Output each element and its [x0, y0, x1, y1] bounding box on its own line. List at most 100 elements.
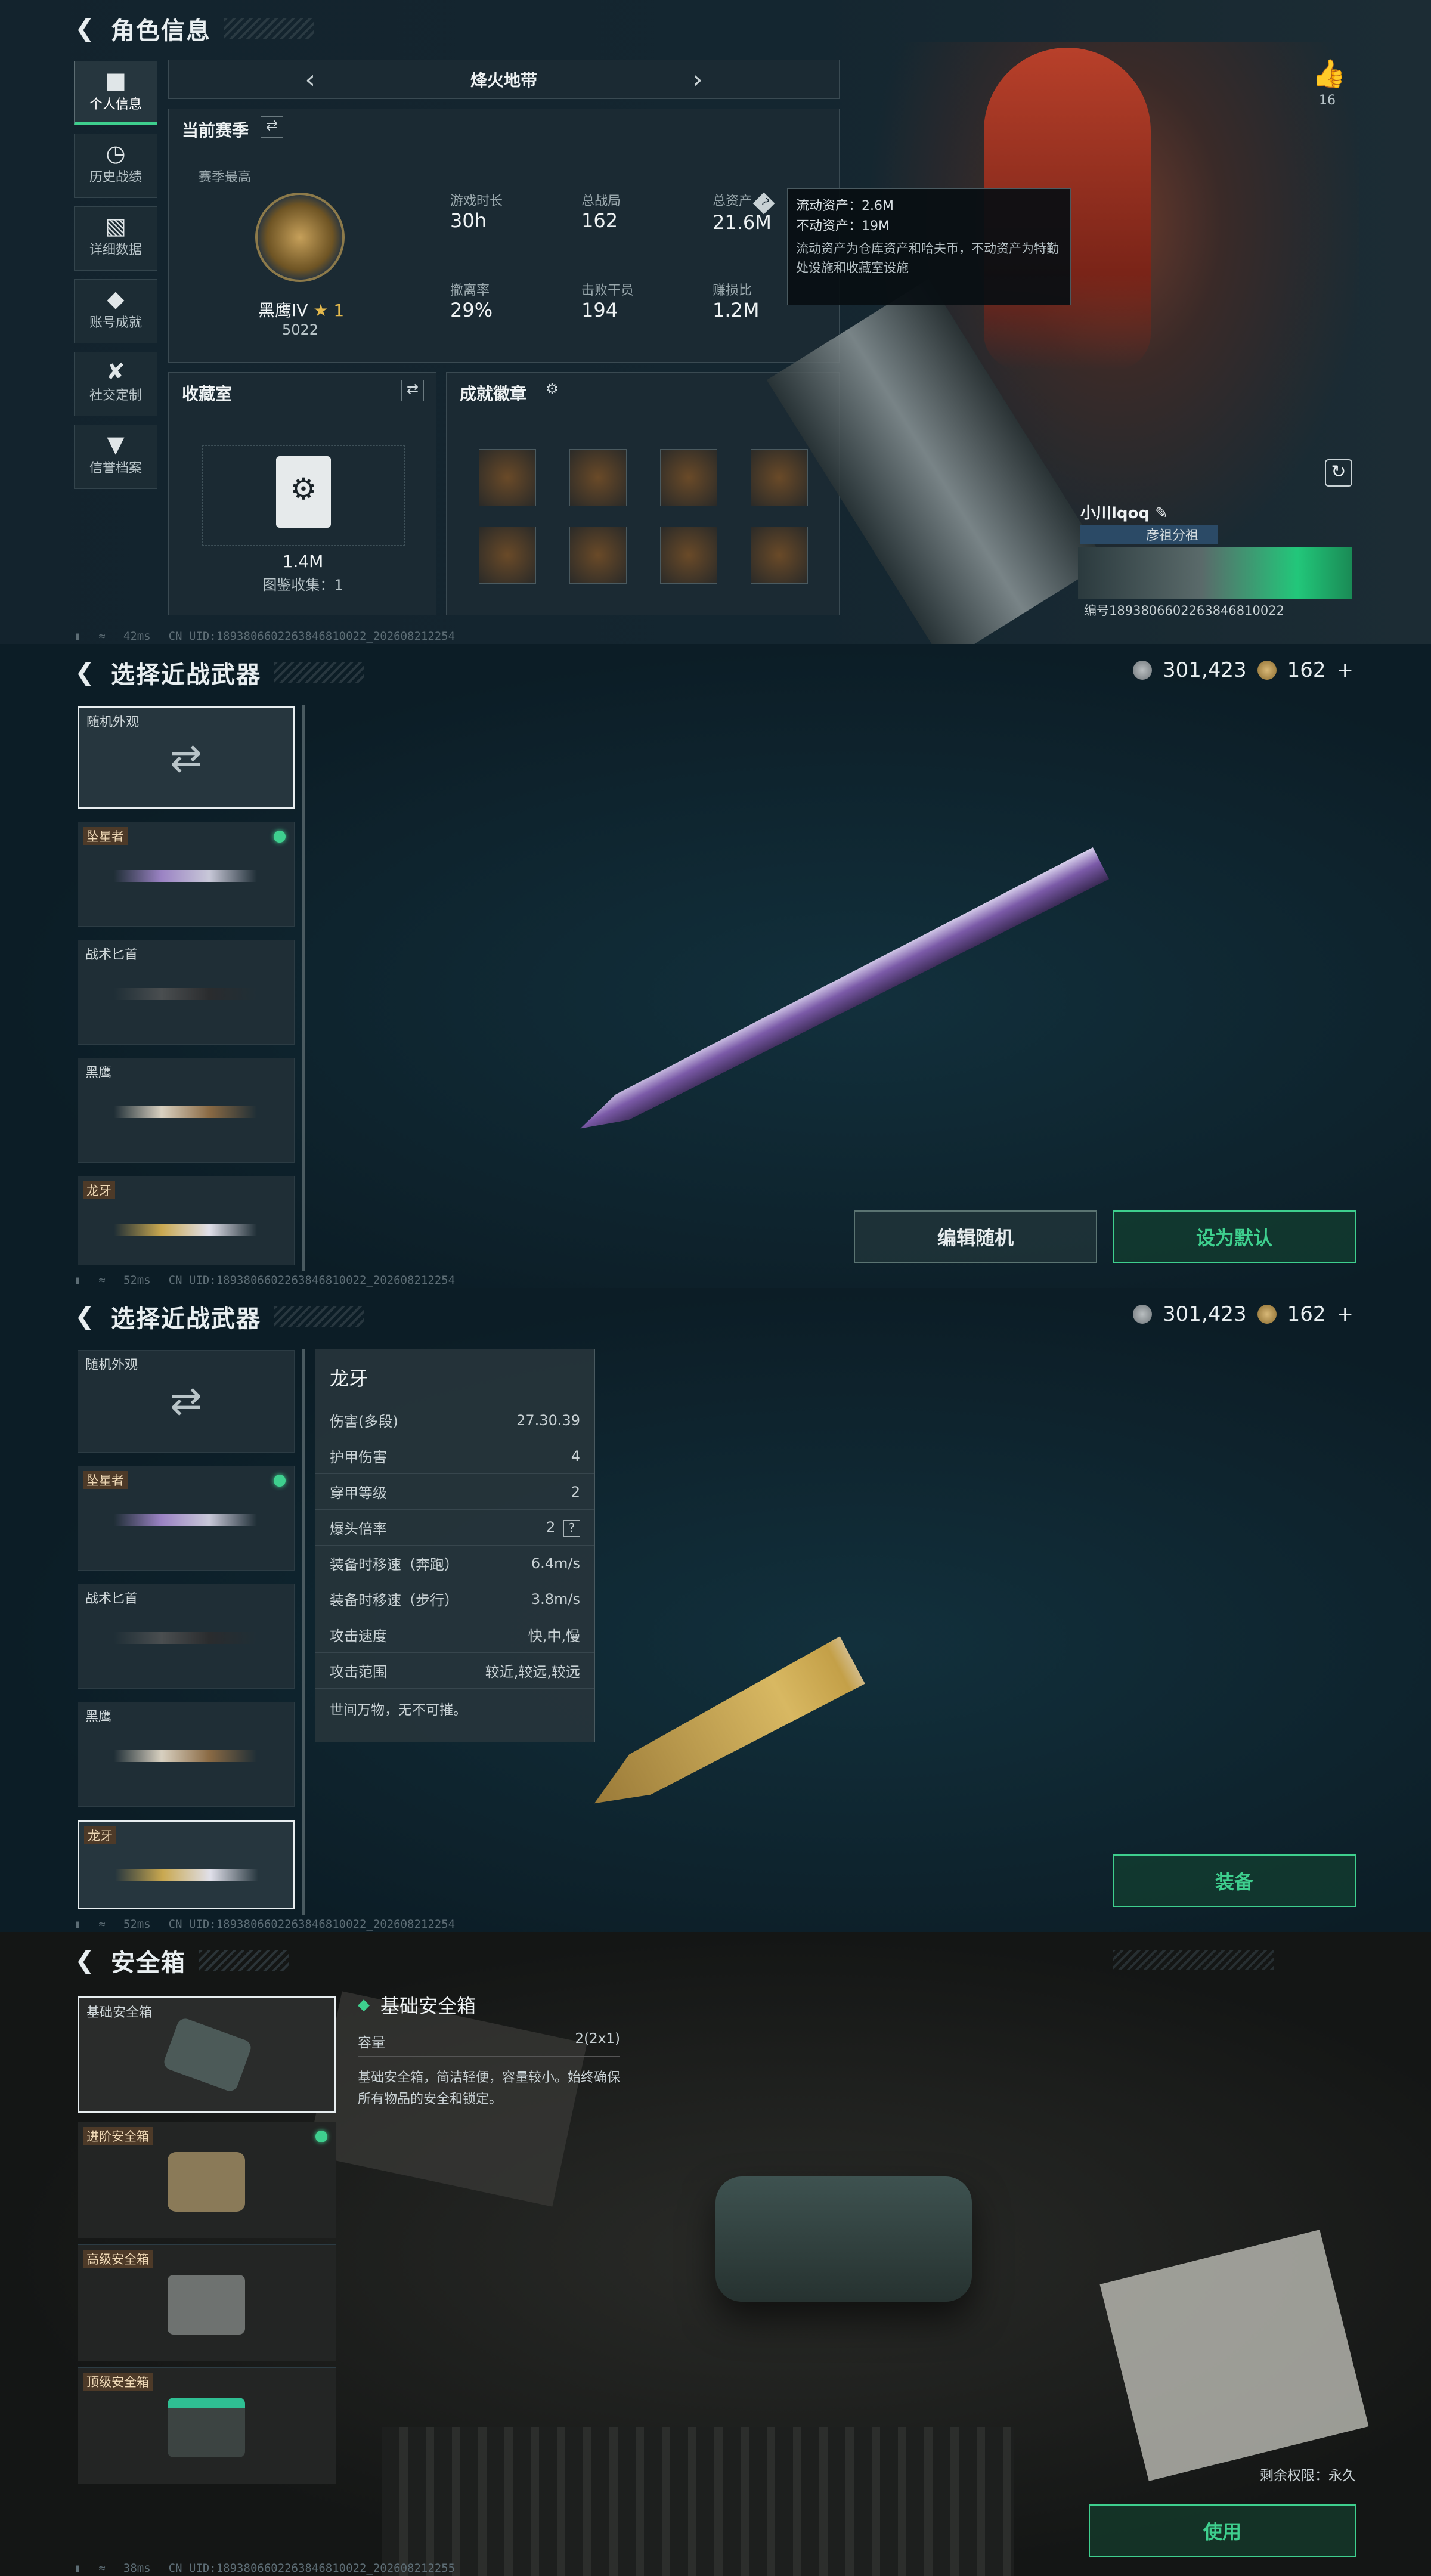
- season-label: 当前赛季: [182, 120, 249, 140]
- page-title: 安全箱: [111, 1949, 186, 1977]
- player-id: 编号1893806602263846810022: [1084, 603, 1284, 618]
- safe-box-icon: [162, 2016, 253, 2094]
- safe-box-tile-basic[interactable]: 基础安全箱: [78, 1996, 336, 2113]
- back-arrow-icon[interactable]: ❮: [72, 16, 98, 42]
- scrollbar[interactable]: [302, 1349, 305, 1915]
- achievement-badge-icon[interactable]: [479, 449, 536, 506]
- weapon-tile-starfall[interactable]: 坠星者: [78, 1466, 295, 1571]
- stat-value: 6.4m/s: [531, 1555, 580, 1572]
- sidebar-item-social[interactable]: ✘ 社交定制: [74, 352, 157, 416]
- weapon-tile-dragon-fang[interactable]: 龙牙: [78, 1176, 295, 1265]
- weapon-tile-dragon-fang[interactable]: 龙牙: [78, 1820, 295, 1909]
- swap-icon[interactable]: ⇄: [401, 380, 424, 401]
- rank-emblem-icon: [255, 193, 345, 282]
- sidebar-item-achievements[interactable]: ◆ 账号成就: [74, 279, 157, 343]
- ping: 42ms: [123, 630, 151, 643]
- character-info-screen: ❮ 角色信息 ■ 个人信息 ◷ 历史战绩 ▧ 详细数据 ◆ 账号成就 ✘ 社交定制 ▼ 信誉…: [0, 0, 1431, 644]
- achievement-badge-icon[interactable]: [751, 527, 808, 584]
- scrollbar[interactable]: [302, 705, 305, 1271]
- sidebar-item-reputation[interactable]: ▼ 信誉档案: [74, 425, 157, 489]
- gold-amount: 162: [1287, 658, 1326, 682]
- achievement-badge-icon[interactable]: [660, 449, 717, 506]
- ping: 52ms: [123, 1274, 151, 1287]
- player-banner: [1078, 547, 1352, 599]
- safe-box-tile-senior[interactable]: 高级安全箱: [78, 2244, 336, 2361]
- tile-label: 随机外观: [85, 1358, 138, 1373]
- stat-label: 游戏时长: [450, 194, 503, 209]
- swap-icon[interactable]: ⇄: [261, 116, 283, 138]
- header: ❮ 角色信息: [72, 10, 314, 48]
- achievement-badge-icon[interactable]: [660, 527, 717, 584]
- achievement-badge-icon[interactable]: [569, 527, 627, 584]
- capacity-value: 2(2x1): [575, 2031, 620, 2046]
- weapon-name: 黑鹰: [85, 1710, 112, 1724]
- map-name: 烽火地带: [470, 70, 537, 90]
- stat-label: 伤害(多段): [330, 1413, 398, 1430]
- rank-stars: ★ 1: [313, 301, 345, 320]
- weapon-tile-black-hawk[interactable]: 黑鹰: [78, 1702, 295, 1807]
- use-button[interactable]: 使用: [1089, 2504, 1356, 2557]
- thumbs-up-icon[interactable]: 👍: [1312, 57, 1346, 90]
- weapon-tile-black-hawk[interactable]: 黑鹰: [78, 1058, 295, 1163]
- set-default-button[interactable]: 设为默认: [1113, 1210, 1356, 1263]
- safe-box-tile-top[interactable]: 顶级安全箱: [78, 2367, 336, 2484]
- gold-coin-icon: [1257, 1305, 1277, 1324]
- ping: 38ms: [123, 2562, 151, 2575]
- equip-button[interactable]: 装备: [1113, 1854, 1356, 1907]
- back-arrow-icon[interactable]: ❮: [72, 1304, 98, 1330]
- stat-label: 装备时移速（步行）: [330, 1592, 459, 1609]
- diamond-icon: ◆: [358, 1996, 370, 2014]
- battery-icon: ▮: [74, 1274, 81, 1287]
- capacity-row: 容量 2(2x1): [358, 2031, 620, 2057]
- stat-value-row: 2 ?: [546, 1519, 580, 1537]
- random-skin-tile[interactable]: 随机外观 ⇄: [78, 706, 295, 809]
- status-bar: ▮ ≈38ms CN UID:1893806602263846810022_2026…: [74, 2562, 455, 2575]
- like-count: 16: [1319, 93, 1336, 108]
- random-skin-tile[interactable]: 随机外观 ⇄: [78, 1350, 295, 1453]
- sidebar-item-details[interactable]: ▧ 详细数据: [74, 206, 157, 271]
- badges-card: 成就徽章 ⚙: [446, 372, 840, 615]
- achievement-badge-icon[interactable]: [479, 527, 536, 584]
- sidebar-item-personal[interactable]: ■ 个人信息: [74, 61, 157, 125]
- header: ❮ 选择近战武器: [72, 1298, 364, 1336]
- weapon-tile-tactical-dagger[interactable]: 战术匕首: [78, 940, 295, 1045]
- wrench-icon: ✘: [106, 358, 125, 385]
- gold-amount: 162: [1287, 1302, 1326, 1326]
- capacity-label: 容量: [358, 2035, 385, 2051]
- header: ❮ 安全箱: [72, 1942, 289, 1980]
- stat-value: 1.2M: [713, 299, 760, 321]
- add-currency-button[interactable]: +: [1337, 1302, 1354, 1326]
- weapon-tile-tactical-dagger[interactable]: 战术匕首: [78, 1584, 295, 1689]
- page-title: 角色信息: [111, 17, 211, 45]
- chevron-left-icon[interactable]: ‹: [305, 64, 315, 95]
- refresh-icon[interactable]: ↻: [1325, 459, 1352, 487]
- folder-icon: ▧: [105, 213, 126, 239]
- help-icon[interactable]: ?: [563, 1519, 580, 1537]
- stat-label: 攻击速度: [330, 1628, 387, 1645]
- add-currency-button[interactable]: +: [1337, 658, 1354, 682]
- wifi-icon: ≈: [98, 1274, 106, 1287]
- stat-label: 击败干员: [581, 283, 634, 298]
- safe-box-icon: [168, 2398, 245, 2457]
- battery-icon: ▮: [74, 1918, 81, 1931]
- box-detail-name: 基础安全箱: [380, 1995, 476, 2017]
- achievement-badge-icon[interactable]: [751, 449, 808, 506]
- back-arrow-icon[interactable]: ❮: [72, 660, 98, 686]
- sidebar-item-history[interactable]: ◷ 历史战绩: [74, 134, 157, 198]
- edit-icon[interactable]: ✎: [1155, 504, 1168, 522]
- history-icon: ◷: [106, 140, 126, 166]
- back-arrow-icon[interactable]: ❮: [72, 1948, 98, 1974]
- trophy-icon: ◆: [107, 286, 125, 312]
- weapon-tile-starfall[interactable]: 坠星者: [78, 822, 295, 927]
- stat-value: 21.6M: [713, 211, 772, 234]
- edit-random-button[interactable]: 编辑随机: [854, 1210, 1097, 1263]
- safe-box-tile-advanced[interactable]: 进阶安全箱: [78, 2122, 336, 2238]
- sidebar-label: 历史战绩: [89, 170, 142, 185]
- stat-row: 穿甲等级 2: [315, 1474, 594, 1510]
- stat-value: 3.8m/s: [531, 1590, 580, 1608]
- achievement-badge-icon[interactable]: [569, 449, 627, 506]
- gear-icon[interactable]: ⚙: [541, 380, 563, 401]
- rank-name: 黑鹰IV: [258, 301, 308, 320]
- chevron-right-icon[interactable]: ›: [692, 64, 703, 95]
- uid: CN UID:1893806602263846810022_2026082122…: [168, 630, 456, 643]
